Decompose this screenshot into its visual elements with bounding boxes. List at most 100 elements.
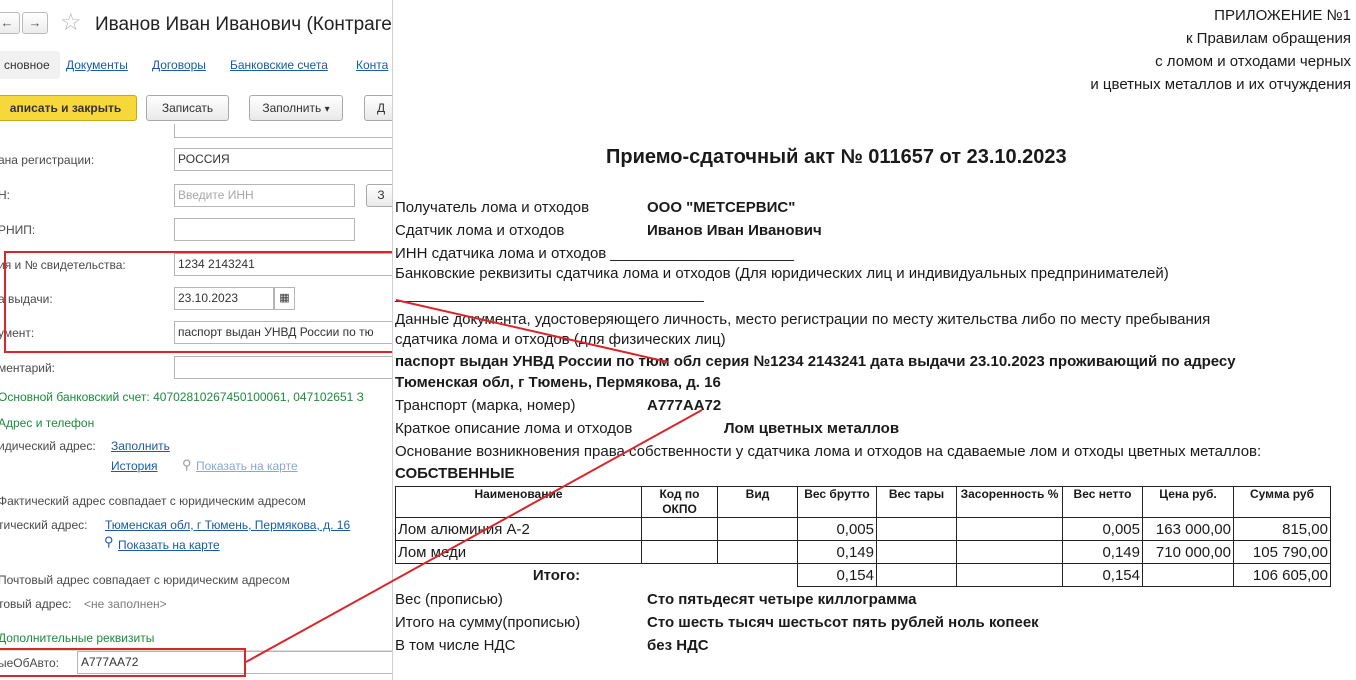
total-contamination	[956, 563, 1063, 587]
col-okpo: Код по ОКПО	[641, 486, 718, 518]
total-empty	[717, 563, 798, 587]
fill-address-link[interactable]: Заполнить	[111, 439, 170, 453]
col-net: Вес нетто	[1062, 486, 1143, 518]
fill-label: Заполнить	[262, 101, 322, 115]
cell-contamination	[956, 540, 1063, 564]
show-on-map-link-2[interactable]: Показать на карте	[118, 538, 220, 552]
table-row: Лом алюминия А-2 0,005 0,005 163 000,00 …	[395, 517, 1331, 541]
total-gross: 0,154	[797, 563, 877, 587]
appendix-line-4: и цветных металлов и их отчуждения	[1090, 76, 1351, 93]
appendix-line-3: с ломом и отходами черных	[1155, 53, 1351, 70]
table-header-row: Наименование Код по ОКПО Вид Вес брутто …	[395, 486, 1331, 518]
actual-address-link[interactable]: Тюменская обл, г Тюмень, Пермякова, д. 1…	[105, 518, 350, 532]
cell-net: 0,005	[1062, 517, 1143, 541]
cell-price: 163 000,00	[1142, 517, 1234, 541]
cell-net: 0,149	[1062, 540, 1143, 564]
inn-placeholder: Введите ИНН	[178, 188, 254, 202]
table-total-row: Итого: 0,154 0,154 106 605,00	[396, 563, 1331, 587]
postal-address-label: товый адрес:	[0, 597, 72, 611]
description-value: Лом цветных металлов	[724, 420, 900, 437]
actual-address-label: тический адрес:	[0, 518, 88, 532]
cell-tare	[876, 540, 957, 564]
sum-words-value: Сто шесть тысяч шестьсот пять рублей нол…	[647, 614, 1039, 631]
fill-button[interactable]: Заполнить ▾	[249, 95, 343, 121]
total-price	[1142, 563, 1234, 587]
total-sum: 106 605,00	[1233, 563, 1331, 587]
weight-words-value: Сто пятьдесят четыре киллограмма	[647, 591, 917, 608]
inn-field[interactable]: Введите ИНН	[174, 184, 355, 207]
back-button[interactable]: ←	[0, 12, 20, 34]
extra-section-title[interactable]: Дополнительные реквизиты	[0, 631, 154, 645]
more-button[interactable]: Д	[364, 95, 392, 121]
country-label: ана регистрации:	[0, 153, 95, 167]
id-doc-value-2: Тюменская обл, г Тюмень, Пермякова, д. 1…	[395, 374, 721, 391]
cell-contamination	[956, 517, 1063, 541]
receiver-label: Получатель лома и отходов	[395, 199, 590, 216]
supplier-label: Сдатчик лома и отходов	[395, 222, 565, 239]
supplier-value: Иванов Иван Иванович	[647, 222, 822, 239]
cell-sum: 105 790,00	[1233, 540, 1331, 564]
col-price: Цена руб.	[1142, 486, 1234, 518]
comment-label: ментарий:	[0, 361, 55, 375]
appendix-line-1: ПРИЛОЖЕНИЕ №1	[1214, 7, 1351, 24]
tab-contracts[interactable]: Договоры	[152, 58, 206, 72]
id-doc-value-1: паспорт выдан УНВД России по тюм обл сер…	[395, 353, 1236, 370]
transport-value: А777АА72	[647, 397, 722, 414]
save-button[interactable]: Записать	[146, 95, 229, 121]
vat-value: без НДС	[647, 637, 709, 654]
chevron-down-icon: ▾	[324, 104, 330, 115]
cell-gross: 0,005	[797, 517, 877, 541]
postal-same-checkbox-label[interactable]: Почтовый адрес совпадает с юридическим а…	[0, 573, 290, 587]
country-field[interactable]: РОССИЯ	[174, 148, 392, 171]
legal-address-label: идический адрес:	[0, 439, 96, 453]
cell-tare	[876, 517, 957, 541]
postal-address-value[interactable]: <не заполнен>	[84, 597, 167, 611]
weight-words-label: Вес (прописью)	[395, 591, 503, 608]
comment-field[interactable]	[174, 356, 392, 379]
tab-contacts[interactable]: Конта	[356, 58, 388, 72]
ownership-basis-label: Основание возникновения права собственно…	[395, 443, 1262, 460]
arrow-left-icon: ←	[0, 15, 14, 30]
tab-bank-accounts[interactable]: Банковские счета	[230, 58, 328, 72]
total-label: Итого:	[532, 566, 581, 584]
ogrnip-label: РНИП:	[0, 223, 36, 237]
highlight-box-passport	[4, 251, 392, 353]
tab-main[interactable]: сновное	[0, 51, 60, 79]
inn-line: ИНН сдатчика лома и отходов ____________…	[395, 245, 794, 262]
tab-documents[interactable]: Документы	[66, 58, 128, 72]
cell-gross: 0,149	[797, 540, 877, 564]
bank-details-label: Банковские реквизиты сдатчика лома и отх…	[395, 265, 1169, 282]
field-above[interactable]	[174, 124, 392, 138]
favorite-star-icon[interactable]: ☆	[60, 10, 82, 36]
ogrnip-field[interactable]	[174, 218, 355, 241]
col-gross: Вес брутто	[797, 486, 877, 518]
cell-sum: 815,00	[1233, 517, 1331, 541]
col-contamination: Засоренность %	[956, 486, 1063, 518]
cell-type	[717, 517, 798, 541]
items-table: Наименование Код по ОКПО Вид Вес брутто …	[395, 486, 1331, 587]
cell-price: 710 000,00	[1142, 540, 1234, 564]
actual-same-checkbox-label[interactable]: Фактический адрес совпадает с юридически…	[0, 494, 306, 508]
description-label: Краткое описание лома и отходов	[395, 420, 633, 437]
table-row: Лом меди 0,149 0,149 710 000,00 105 790,…	[395, 540, 1331, 564]
save-and-close-button[interactable]: аписать и закрыть	[0, 95, 137, 121]
col-name: Наименование	[395, 486, 642, 518]
appendix-line-2: к Правилам обращения	[1185, 30, 1351, 47]
bank-details-blank: _____________________________________	[395, 286, 704, 303]
highlight-box-vehicle	[0, 648, 246, 677]
history-link[interactable]: История	[111, 459, 158, 473]
ownership-basis-value: СОБСТВЕННЫЕ	[395, 465, 515, 482]
arrow-right-icon: →	[28, 15, 42, 30]
cell-okpo	[641, 517, 718, 541]
transport-label: Транспорт (марка, номер)	[395, 397, 576, 414]
inn-fill-button[interactable]: З	[366, 184, 392, 207]
id-doc-label-2: сдатчика лома и отходов (для физических …	[395, 331, 726, 348]
window-title: Иванов Иван Иванович (Контраге	[95, 14, 392, 35]
forward-button[interactable]: →	[22, 12, 48, 34]
map-pin-icon: ⚲	[182, 457, 192, 472]
address-section-title[interactable]: Адрес и телефон	[0, 416, 94, 430]
show-on-map-link[interactable]: Показать на карте	[196, 459, 298, 473]
bank-account-line[interactable]: Основной банковский счет: 40702810267450…	[0, 390, 364, 404]
map-pin-icon: ⚲	[104, 534, 114, 549]
col-tare: Вес тары	[876, 486, 957, 518]
